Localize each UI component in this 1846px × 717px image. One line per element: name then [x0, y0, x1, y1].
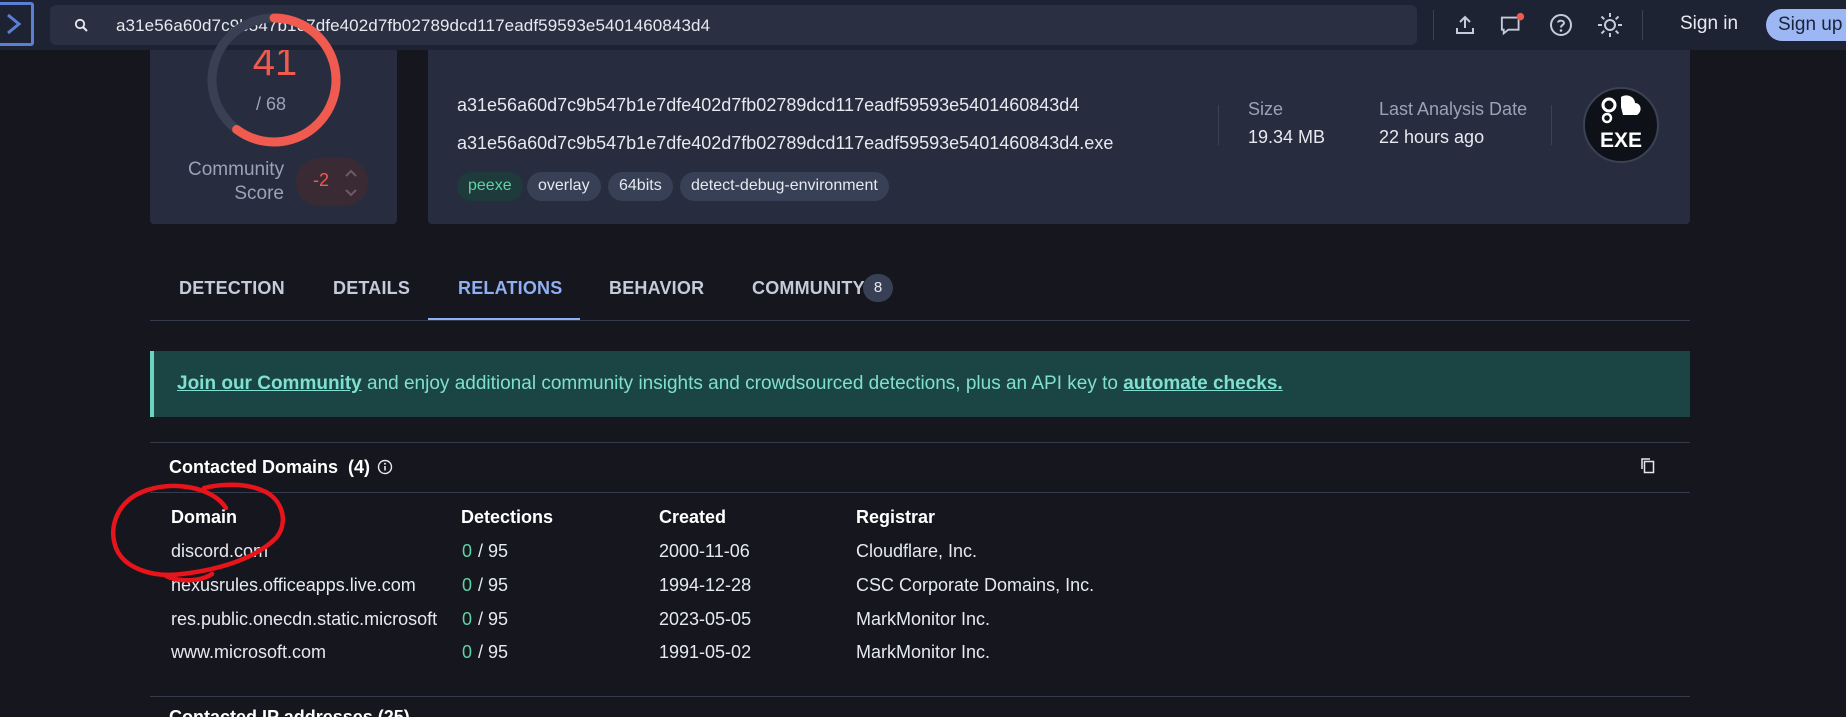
- sign-in-link[interactable]: Sign in: [1680, 13, 1738, 35]
- red-annotation-circle: [111, 482, 286, 583]
- created-date: 2023-05-05: [659, 609, 752, 629]
- last-analysis-label: Last Analysis Date: [1379, 99, 1528, 119]
- exe-badge-text: EXE: [1599, 129, 1643, 152]
- file-hash: a31e56a60d7c9b547b1e7dfe402d7fb02789dcd1…: [457, 95, 1080, 115]
- detection-count: 0: [462, 541, 473, 561]
- upvote-chevron-icon[interactable]: [344, 165, 358, 183]
- column-header-detections[interactable]: Detections: [461, 507, 553, 528]
- copy-icon[interactable]: [1640, 457, 1656, 480]
- tab-relations[interactable]: RELATIONS: [458, 278, 562, 299]
- contacted-domains-title: Contacted Domains (4): [169, 457, 371, 477]
- section-divider: [150, 696, 1690, 697]
- divider: [1218, 105, 1219, 145]
- join-community-link[interactable]: Join our Community: [177, 373, 362, 394]
- divider: [1551, 105, 1552, 145]
- info-icon[interactable]: [377, 459, 393, 480]
- detection-total: / 95: [478, 642, 509, 662]
- tab-details[interactable]: DETAILS: [333, 278, 410, 299]
- detection-total: / 95: [478, 541, 509, 561]
- tab-behavior[interactable]: BEHAVIOR: [609, 278, 704, 299]
- column-header-registrar[interactable]: Registrar: [856, 507, 935, 528]
- sign-up-button[interactable]: Sign up: [1766, 9, 1846, 41]
- created-date: 1991-05-02: [659, 642, 752, 662]
- search-icon: [74, 18, 89, 38]
- size-value: 19.34 MB: [1248, 127, 1326, 147]
- chat-notification-icon[interactable]: [1500, 12, 1526, 38]
- tab-community[interactable]: COMMUNITY: [752, 278, 865, 299]
- tag-detect-debug-environment[interactable]: detect-debug-environment: [680, 172, 889, 201]
- registrar: MarkMonitor Inc.: [856, 642, 991, 662]
- divider: [1642, 10, 1643, 40]
- help-icon[interactable]: [1548, 12, 1574, 38]
- detection-total: / 95: [478, 575, 509, 595]
- active-tab-indicator: [428, 318, 580, 320]
- detection-count: 0: [462, 575, 473, 595]
- downvote-chevron-icon[interactable]: [344, 185, 358, 203]
- section-divider: [150, 492, 1690, 493]
- detection-count: 0: [462, 642, 473, 662]
- tag-peexe[interactable]: peexe: [457, 172, 523, 201]
- registrar: Cloudflare, Inc.: [856, 541, 978, 561]
- divider: [1433, 10, 1434, 40]
- created-date: 2000-11-06: [659, 541, 750, 561]
- banner-middle-text: and enjoy additional community insights …: [361, 373, 1124, 394]
- detection-total: / 68: [256, 94, 287, 114]
- detection-count: 0: [462, 609, 473, 629]
- size-label: Size: [1248, 99, 1284, 119]
- automate-checks-link[interactable]: automate checks.: [1123, 373, 1282, 394]
- tag-64bits[interactable]: 64bits: [608, 172, 673, 201]
- tabs-divider: [150, 320, 1690, 321]
- banner-text: Join our Community and enjoy additional …: [177, 373, 1283, 395]
- tab-detection[interactable]: DETECTION: [179, 278, 285, 299]
- community-count-badge: 8: [863, 274, 893, 302]
- virustotal-logo-icon[interactable]: [0, 2, 34, 46]
- domain-link[interactable]: www.microsoft.com: [171, 642, 326, 663]
- registrar: MarkMonitor Inc.: [856, 609, 991, 629]
- last-analysis-value: 22 hours ago: [1379, 127, 1485, 147]
- detection-total: / 95: [478, 609, 509, 629]
- upload-icon[interactable]: [1452, 12, 1478, 38]
- score-number-clip: 41: [150, 50, 397, 90]
- community-banner: Join our Community and enjoy additional …: [150, 351, 1690, 417]
- contacted-ip-addresses-title: Contacted IP addresses (25): [169, 707, 410, 717]
- theme-toggle-sun-icon[interactable]: [1597, 12, 1623, 38]
- detection-count: 41: [252, 50, 298, 84]
- tag-overlay[interactable]: overlay: [527, 172, 601, 201]
- created-date: 1994-12-28: [659, 575, 752, 595]
- community-score-label: Community Score: [188, 159, 285, 204]
- registrar: CSC Corporate Domains, Inc.: [856, 575, 1095, 595]
- file-name: a31e56a60d7c9b547b1e7dfe402d7fb02789dcd1…: [457, 133, 1114, 153]
- domain-link[interactable]: res.public.onecdn.static.microsoft: [171, 609, 437, 630]
- column-header-created[interactable]: Created: [659, 507, 726, 528]
- section-divider: [150, 442, 1690, 443]
- community-score-value: -2: [313, 170, 330, 190]
